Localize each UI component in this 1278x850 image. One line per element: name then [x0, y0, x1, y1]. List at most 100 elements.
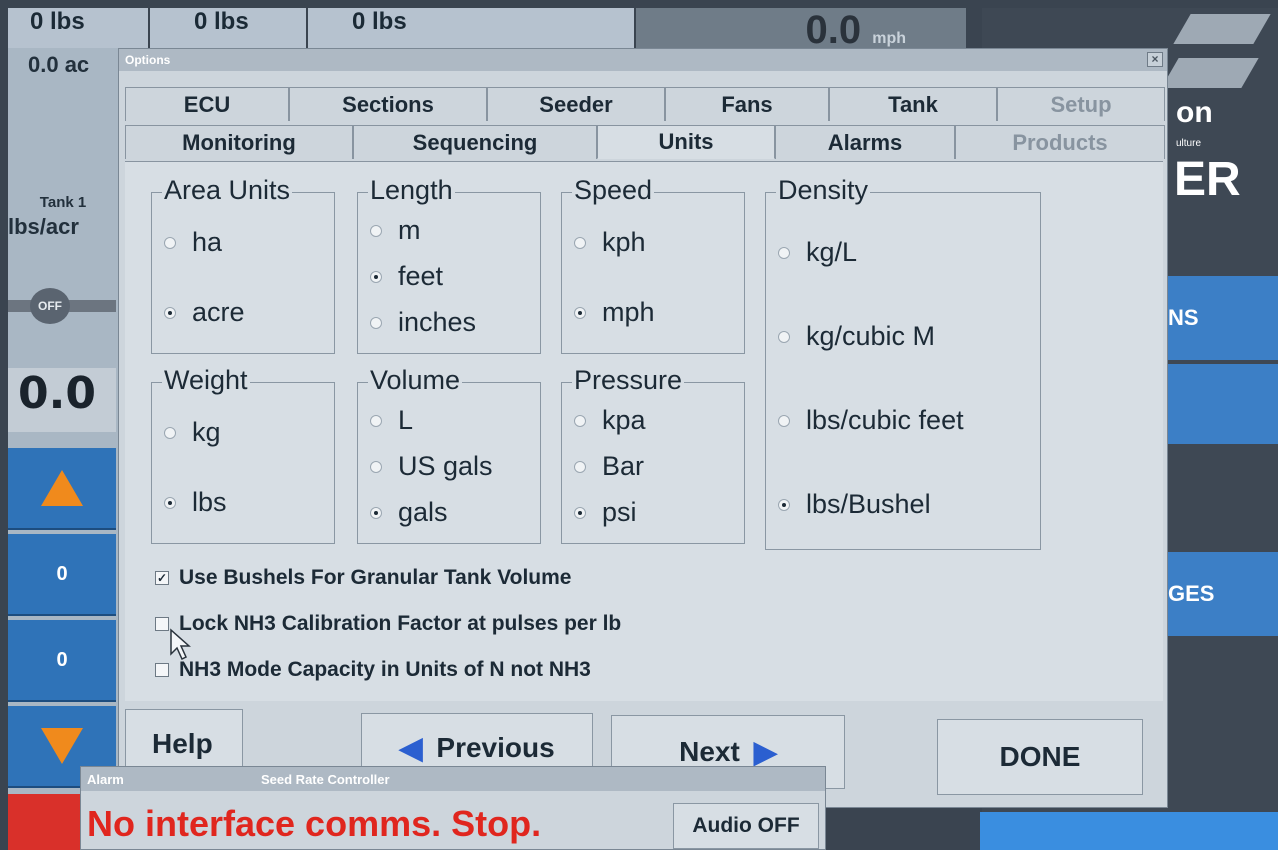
rate-increase-button[interactable]	[8, 448, 116, 530]
radio-icon[interactable]	[574, 460, 586, 473]
length-inches-option[interactable]: inches	[370, 307, 476, 338]
tab-fans[interactable]: Fans	[665, 87, 829, 121]
radio-icon[interactable]	[778, 414, 790, 427]
nh3-mode-capacity-checkbox[interactable]: NH3 Mode Capacity in Units of N not NH3	[155, 658, 591, 682]
radio-selected-icon[interactable]	[574, 306, 586, 319]
checkbox-icon[interactable]	[155, 663, 169, 677]
speed-title: Speed	[572, 175, 655, 205]
radio-selected-icon[interactable]	[370, 270, 382, 283]
density-group: Density kg/L kg/cubic M lbs/cubic feet l…	[765, 175, 1041, 550]
option-label: lbs/cubic feet	[806, 405, 964, 435]
checkbox-checked-icon[interactable]: ✓	[155, 571, 169, 585]
tab-sections[interactable]: Sections	[289, 87, 487, 121]
tab-ecu[interactable]: ECU	[125, 87, 289, 121]
area-units-group: Area Units ha acre	[151, 175, 335, 354]
tab-sequencing[interactable]: Sequencing	[353, 125, 597, 159]
lock-nh3-checkbox[interactable]: Lock NH3 Calibration Factor at pulses pe…	[155, 612, 621, 636]
pressure-psi-option[interactable]: psi	[574, 497, 637, 528]
radio-icon[interactable]	[778, 246, 790, 259]
arrow-down-icon	[41, 728, 83, 764]
right-menu-button-3[interactable]: GES	[1164, 552, 1278, 636]
density-lbs-bushel-option[interactable]: lbs/Bushel	[778, 489, 931, 520]
radio-selected-icon[interactable]	[370, 506, 382, 519]
weight-kg-option[interactable]: kg	[164, 417, 221, 448]
radio-icon[interactable]	[370, 224, 382, 237]
radio-selected-icon[interactable]	[778, 498, 790, 511]
tab-row-2: Monitoring Sequencing Units Alarms Produ…	[125, 125, 1165, 159]
speed-kph-option[interactable]: kph	[574, 227, 646, 258]
tank-label: Tank 1	[39, 194, 87, 211]
radio-icon[interactable]	[370, 460, 382, 473]
option-label: ha	[192, 227, 223, 257]
option-label: kph	[602, 227, 646, 257]
checkbox-label: Use Bushels For Granular Tank Volume	[179, 566, 572, 589]
radio-icon[interactable]	[164, 236, 176, 249]
volume-group: Volume L US gals gals	[357, 365, 541, 544]
area-acre-option[interactable]: acre	[164, 297, 245, 328]
radio-icon[interactable]	[574, 414, 586, 427]
tab-monitoring[interactable]: Monitoring	[125, 125, 353, 159]
option-label: L	[398, 405, 414, 435]
area-ha-option[interactable]: ha	[164, 227, 222, 258]
brand-text-2: ulture	[1176, 138, 1202, 149]
radio-icon[interactable]	[164, 426, 176, 439]
tab-row-1: ECU Sections Seeder Fans Tank Setup	[125, 87, 1165, 121]
volume-l-option[interactable]: L	[370, 405, 413, 436]
tank-toggle[interactable]: OFF	[8, 288, 116, 324]
right-menu-button-4[interactable]	[980, 812, 1278, 850]
counter-button-2[interactable]: 0	[8, 620, 116, 702]
option-label: lbs	[192, 487, 227, 517]
option-label: gals	[398, 497, 448, 527]
volume-gals-option[interactable]: gals	[370, 497, 448, 528]
next-label: Next	[679, 736, 740, 767]
tab-units[interactable]: Units	[597, 125, 775, 159]
previous-label: Previous	[436, 732, 555, 763]
checkbox-icon[interactable]	[155, 617, 169, 631]
weight-title: Weight	[162, 365, 250, 395]
right-menu-button-2[interactable]	[1164, 364, 1278, 444]
radio-icon[interactable]	[370, 316, 382, 329]
option-label: Bar	[602, 451, 645, 481]
pressure-kpa-option[interactable]: kpa	[574, 405, 646, 436]
close-icon[interactable]: ×	[1147, 52, 1163, 67]
option-label: feet	[398, 261, 444, 291]
pressure-group: Pressure kpa Bar psi	[561, 365, 745, 544]
tab-alarms[interactable]: Alarms	[775, 125, 955, 159]
radio-selected-icon[interactable]	[164, 496, 176, 509]
volume-us-gals-option[interactable]: US gals	[370, 451, 493, 482]
weight-lbs-option[interactable]: lbs	[164, 487, 227, 518]
radio-icon[interactable]	[370, 414, 382, 427]
density-kgl-option[interactable]: kg/L	[778, 237, 857, 268]
density-lbs-cubic-feet-option[interactable]: lbs/cubic feet	[778, 405, 964, 436]
speed-group: Speed kph mph	[561, 175, 745, 354]
length-title: Length	[368, 175, 455, 205]
speed-mph-option[interactable]: mph	[574, 297, 655, 328]
radio-selected-icon[interactable]	[574, 506, 586, 519]
radio-icon[interactable]	[574, 236, 586, 249]
pressure-bar-option[interactable]: Bar	[574, 451, 644, 482]
alarm-titlebar: Alarm Seed Rate Controller	[81, 767, 825, 791]
option-label: mph	[602, 297, 655, 327]
counter-button-1[interactable]: 0	[8, 534, 116, 616]
tab-tank[interactable]: Tank	[829, 87, 997, 121]
audio-off-button[interactable]: Audio OFF	[673, 803, 819, 849]
length-m-option[interactable]: m	[370, 215, 421, 246]
radio-selected-icon[interactable]	[164, 306, 176, 319]
brand-stripe-2	[1161, 58, 1259, 88]
density-kg-cubic-m-option[interactable]: kg/cubic M	[778, 321, 935, 352]
option-label: inches	[398, 307, 477, 337]
checkbox-label: NH3 Mode Capacity in Units of N not NH3	[179, 658, 591, 681]
option-label: lbs/Bushel	[806, 489, 931, 519]
right-menu-button-1[interactable]: NS	[1164, 276, 1278, 360]
use-bushels-checkbox[interactable]: ✓ Use Bushels For Granular Tank Volume	[155, 566, 572, 590]
area-readout: 0.0 ac	[28, 52, 90, 77]
total-weight-cell-3: 0 lbs	[308, 8, 634, 48]
toggle-off-knob[interactable]: OFF	[30, 288, 70, 324]
length-feet-option[interactable]: feet	[370, 261, 443, 292]
tab-seeder[interactable]: Seeder	[487, 87, 665, 121]
done-button[interactable]: DONE	[937, 719, 1143, 795]
total-weight-cell-2: 0 lbs	[150, 8, 306, 48]
option-label: kpa	[602, 405, 646, 435]
radio-icon[interactable]	[778, 330, 790, 343]
alarm-title: Alarm	[87, 772, 124, 787]
